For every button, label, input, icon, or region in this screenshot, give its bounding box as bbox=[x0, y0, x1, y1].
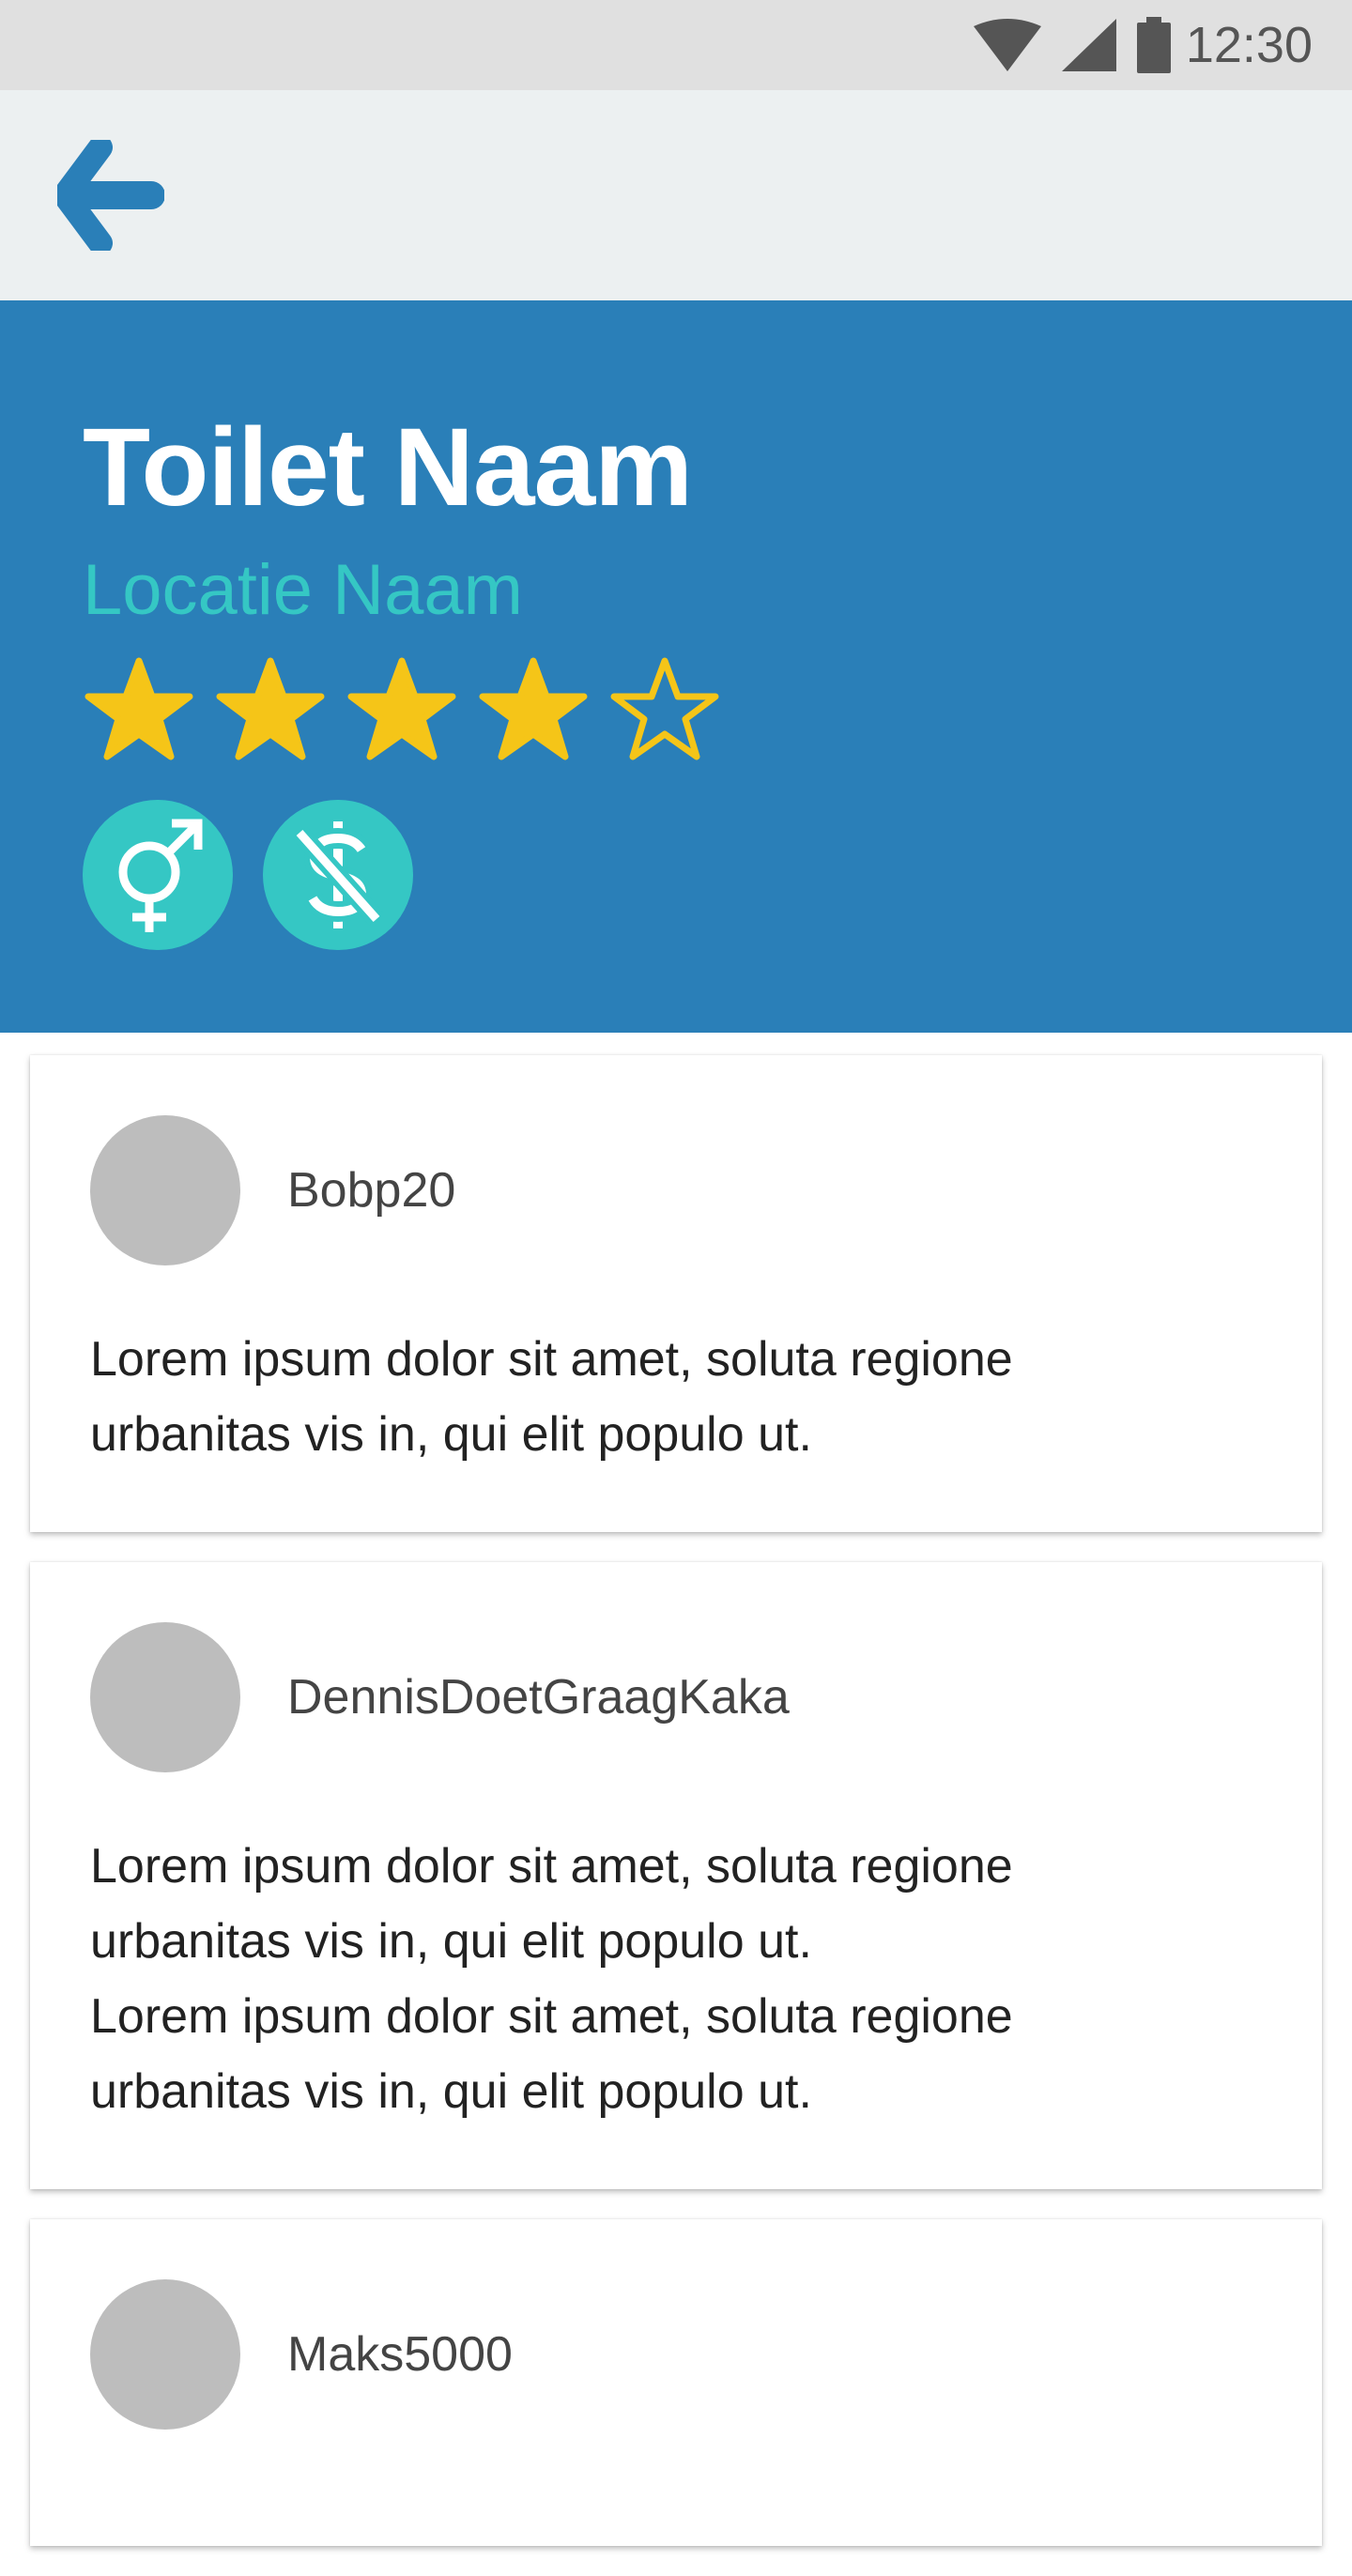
review-text: Lorem ipsum dolor sit amet, soluta regio… bbox=[90, 1839, 1013, 2119]
status-icons bbox=[973, 17, 1171, 73]
avatar[interactable] bbox=[90, 1622, 240, 1772]
avatar[interactable] bbox=[90, 2279, 240, 2430]
star-filled-icon[interactable] bbox=[346, 655, 458, 764]
wifi-icon bbox=[973, 19, 1041, 71]
star-filled-icon[interactable] bbox=[214, 655, 327, 764]
review-header: Maks5000 bbox=[90, 2279, 1262, 2430]
gender-neutral-icon bbox=[118, 819, 203, 932]
review-card[interactable]: DennisDoetGraagKaka Lorem ipsum dolor si… bbox=[30, 1562, 1322, 2189]
status-bar: 12:30 bbox=[0, 0, 1352, 90]
review-card[interactable]: Bobp20 Lorem ipsum dolor sit amet, solut… bbox=[30, 1055, 1322, 1532]
review-header: Bobp20 bbox=[90, 1115, 1262, 1265]
toolbar bbox=[0, 90, 1352, 300]
rating-stars bbox=[83, 655, 721, 764]
review-text bbox=[90, 2486, 1262, 2546]
star-filled-icon[interactable] bbox=[477, 655, 590, 764]
review-text: Lorem ipsum dolor sit amet, soluta regio… bbox=[90, 1332, 1013, 1462]
back-button[interactable] bbox=[53, 137, 169, 253]
feature-badges bbox=[83, 800, 413, 950]
review-list: Bobp20 Lorem ipsum dolor sit amet, solut… bbox=[30, 1055, 1322, 2576]
toilet-header: Toilet Naam Locatie Naam bbox=[0, 300, 1352, 1033]
battery-icon bbox=[1136, 17, 1171, 73]
location-name: Locatie Naam bbox=[83, 550, 523, 630]
toilet-name: Toilet Naam bbox=[83, 406, 693, 529]
review-header: DennisDoetGraagKaka bbox=[90, 1622, 1262, 1772]
review-username[interactable]: DennisDoetGraagKaka bbox=[287, 1669, 790, 1725]
no-cost-badge[interactable] bbox=[263, 800, 413, 950]
status-time: 12:30 bbox=[1185, 17, 1313, 73]
no-cost-icon bbox=[292, 821, 384, 928]
review-username[interactable]: Bobp20 bbox=[287, 1162, 455, 1219]
gender-neutral-badge[interactable] bbox=[83, 800, 233, 950]
arrow-left-icon bbox=[57, 140, 164, 251]
star-filled-icon[interactable] bbox=[83, 655, 195, 764]
signal-icon bbox=[1061, 19, 1116, 71]
avatar[interactable] bbox=[90, 1115, 240, 1265]
review-username[interactable]: Maks5000 bbox=[287, 2326, 513, 2383]
review-card[interactable]: Maks5000 bbox=[30, 2219, 1322, 2546]
star-outline-icon[interactable] bbox=[608, 655, 721, 764]
